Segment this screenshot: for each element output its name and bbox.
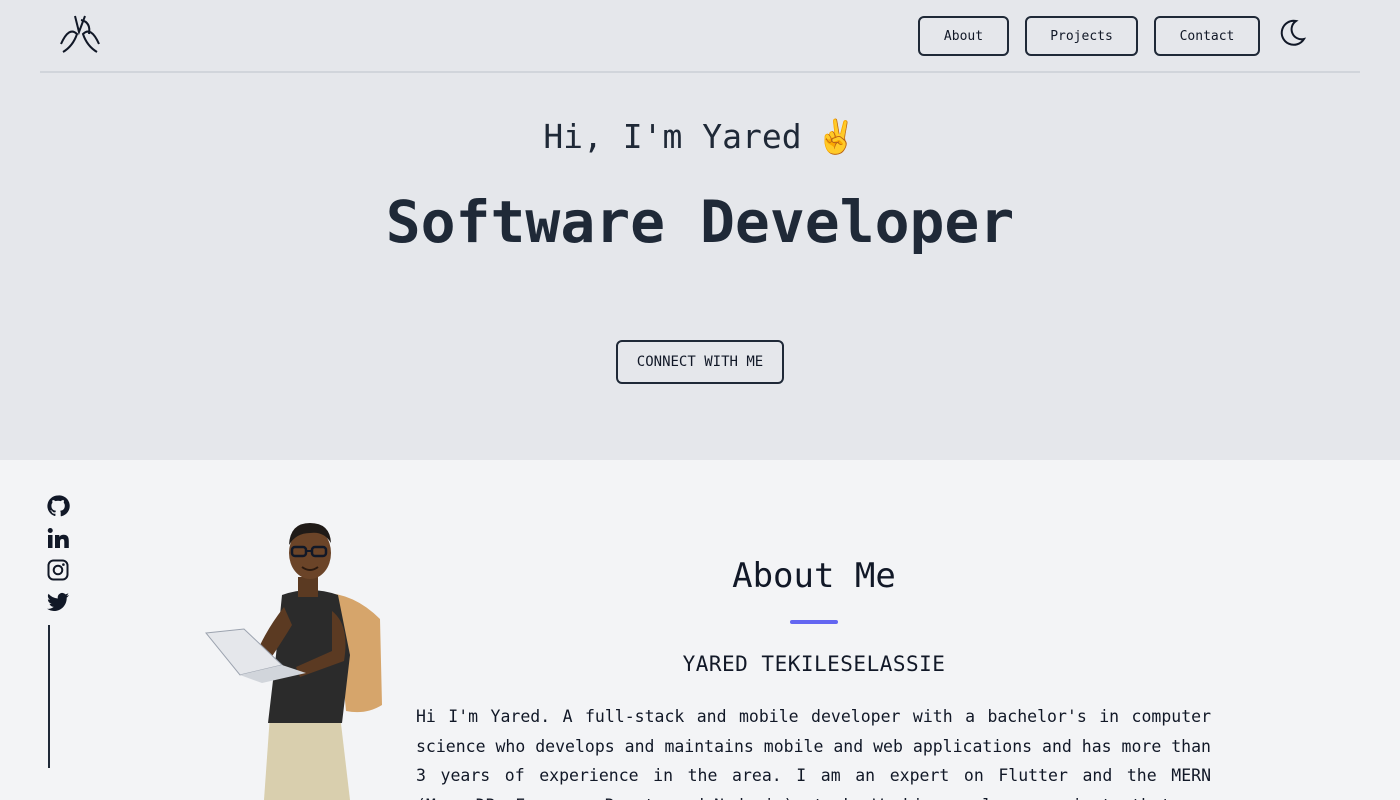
nav-projects-button[interactable]: Projects: [1025, 16, 1138, 56]
nav-about-button[interactable]: About: [918, 16, 1009, 56]
about-bio: Hi I'm Yared. A full-stack and mobile de…: [416, 707, 1211, 800]
twitter-icon[interactable]: [46, 590, 70, 614]
social-divider-line: [48, 625, 50, 768]
about-name: YARED TEKILESELASSIE: [682, 652, 946, 676]
greeting-text: Hi, I'm Yared: [543, 117, 802, 156]
instagram-icon[interactable]: [46, 558, 70, 582]
nav-contact-button[interactable]: Contact: [1154, 16, 1260, 56]
connect-button[interactable]: CONNECT WITH ME: [616, 340, 784, 384]
navbar: About Projects Contact: [40, 0, 1360, 73]
github-icon[interactable]: [46, 494, 70, 518]
linkedin-icon[interactable]: [46, 526, 70, 550]
hero-title: Software Developer: [385, 188, 1015, 256]
moon-icon[interactable]: [1276, 17, 1308, 49]
social-links: [46, 494, 70, 622]
hero-greeting: Hi, I'm Yared ✌️: [0, 117, 1400, 157]
avatar-illustration: [205, 523, 382, 800]
about-title: About Me: [732, 556, 896, 596]
logo-icon[interactable]: [55, 12, 105, 58]
about-title-underline: [790, 620, 838, 624]
victory-hand-icon: ✌️: [815, 117, 857, 156]
